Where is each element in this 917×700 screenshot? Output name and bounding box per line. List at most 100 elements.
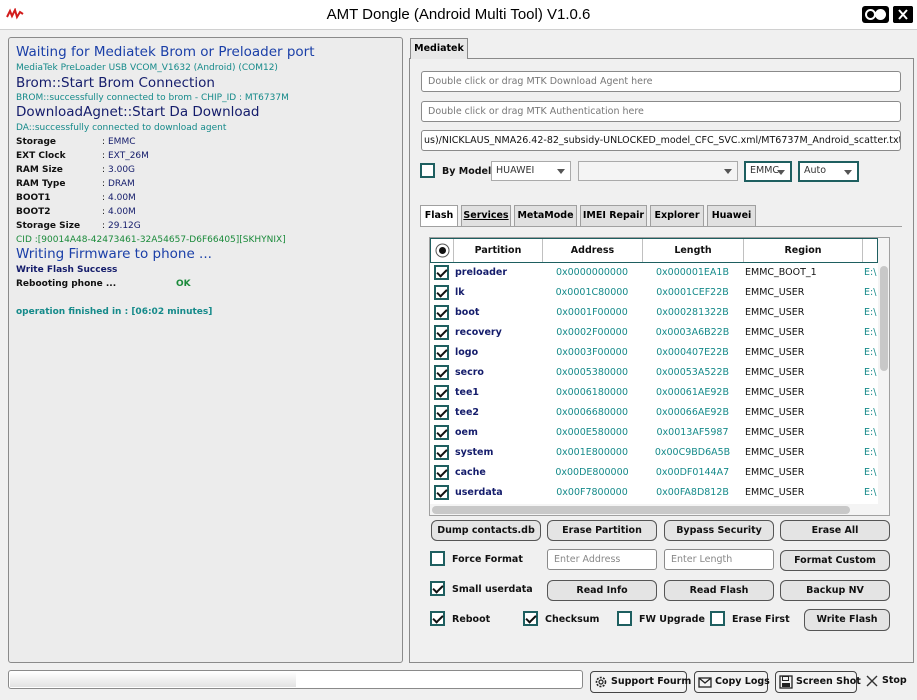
cell-length: 0x0001CEF22B	[656, 287, 729, 298]
cell-length: 0x0003A6B22B	[655, 327, 730, 338]
cell-address: 0x0001C80000	[555, 287, 629, 298]
vertical-scroll-thumb[interactable]	[880, 266, 888, 371]
cell-region: EMMC_USER	[745, 367, 805, 378]
write-flash-button[interactable]: Write Flash	[804, 609, 890, 631]
close-icon	[866, 675, 878, 687]
tab-services[interactable]: Services	[461, 205, 511, 226]
info-sep: :	[102, 207, 106, 217]
format-custom-button[interactable]: Format Custom	[780, 550, 890, 571]
table-row[interactable]: system 0x001E800000 0x00C9BD6A5B EMMC_US…	[430, 443, 878, 463]
stop-button[interactable]: Stop	[862, 671, 912, 693]
screen-shot-button[interactable]: Screen Shot	[775, 671, 861, 693]
fw-upgrade-checkbox[interactable]	[617, 611, 632, 626]
enter-length-input[interactable]: Enter Length	[664, 549, 774, 570]
cell-address: 0x00F7800000	[556, 487, 628, 498]
dump-contacts-button[interactable]: Dump contacts.db	[431, 520, 541, 541]
erase-partition-button[interactable]: Erase Partition	[547, 520, 657, 541]
tab-imei-repair[interactable]: IMEI Repair	[580, 205, 647, 226]
row-checkbox[interactable]	[434, 325, 449, 340]
table-row[interactable]: oem 0x000E580000 0x0013AF5987 EMMC_USER …	[430, 423, 878, 443]
info-sep: :	[102, 151, 106, 161]
info-sep: :	[102, 137, 106, 147]
log-line: DownloadAgnet::Start Da Download	[16, 104, 260, 120]
auth-field[interactable]: Double click or drag MTK Authentication …	[421, 101, 901, 122]
storage-value: EMMC	[750, 165, 780, 176]
cell-length: 0x00DF0144A7	[655, 467, 730, 478]
header-partition[interactable]: Partition	[453, 239, 543, 262]
window-title: AMT Dongle (Android Multi Tool) V1.0.6	[326, 6, 591, 23]
read-info-button[interactable]: Read Info	[547, 580, 657, 601]
cell-address: 0x0001F00000	[556, 307, 628, 318]
info-key: RAM Size	[16, 165, 63, 175]
tab-mediatek[interactable]: Mediatek	[410, 38, 468, 59]
close-icon[interactable]	[893, 6, 913, 23]
by-model-checkbox[interactable]	[420, 163, 435, 178]
tab-explorer[interactable]: Explorer	[650, 205, 704, 226]
tab-huawei[interactable]: Huawei	[707, 205, 756, 226]
reboot-checkbox[interactable]	[430, 611, 445, 626]
row-checkbox[interactable]	[434, 465, 449, 480]
row-checkbox[interactable]	[434, 405, 449, 420]
tab-flash[interactable]: Flash	[420, 205, 458, 227]
support-forum-button[interactable]: Support Fourm	[590, 671, 691, 693]
envelope-icon	[698, 677, 712, 688]
cell-partition: boot	[455, 307, 480, 318]
mode-select[interactable]: Auto	[798, 161, 859, 182]
enter-address-input[interactable]: Enter Address	[547, 549, 657, 570]
brand-select[interactable]: HUAWEI	[491, 161, 571, 181]
cell-region: EMMC_USER	[745, 347, 805, 358]
row-checkbox[interactable]	[434, 345, 449, 360]
table-row[interactable]: boot 0x0001F00000 0x000281322B EMMC_USER…	[430, 303, 878, 323]
copy-logs-button[interactable]: Copy Logs	[694, 671, 770, 693]
row-checkbox[interactable]	[434, 445, 449, 460]
row-checkbox[interactable]	[434, 265, 449, 280]
table-row[interactable]: secro 0x0005380000 0x00053A522B EMMC_USE…	[430, 363, 878, 383]
tab-metamode[interactable]: MetaMode	[514, 205, 577, 226]
row-checkbox[interactable]	[434, 365, 449, 380]
erase-all-button[interactable]: Erase All	[780, 520, 890, 541]
download-agent-field[interactable]: Double click or drag MTK Download Agent …	[421, 71, 901, 92]
table-row[interactable]: tee2 0x0006680000 0x00066AE92B EMMC_USER…	[430, 403, 878, 423]
cell-region: EMMC_USER	[745, 427, 805, 438]
horizontal-scroll-thumb[interactable]	[432, 506, 850, 514]
model-select[interactable]	[578, 161, 738, 181]
force-format-checkbox[interactable]	[430, 551, 445, 566]
row-checkbox[interactable]	[434, 425, 449, 440]
read-flash-button[interactable]: Read Flash	[664, 580, 774, 601]
table-row[interactable]: userdata 0x00F7800000 0x00FA8D812B EMMC_…	[430, 483, 878, 503]
row-checkbox[interactable]	[434, 305, 449, 320]
table-row[interactable]: cache 0x00DE800000 0x00DF0144A7 EMMC_USE…	[430, 463, 878, 483]
cell-length: 0x00FA8D812B	[656, 487, 729, 498]
table-row[interactable]: recovery 0x0002F00000 0x0003A6B22B EMMC_…	[430, 323, 878, 343]
table-row[interactable]: logo 0x0003F00000 0x000407E22B EMMC_USER…	[430, 343, 878, 363]
table-row[interactable]: lk 0x0001C80000 0x0001CEF22B EMMC_USER E…	[430, 283, 878, 303]
cell-file: E:\	[864, 467, 877, 478]
select-all-radio-icon[interactable]	[435, 243, 450, 258]
row-checkbox[interactable]	[434, 485, 449, 500]
row-checkbox[interactable]	[434, 285, 449, 300]
brand-value: HUAWEI	[496, 165, 535, 176]
cell-length: 0x00C9BD6A5B	[654, 447, 731, 458]
erase-first-checkbox[interactable]	[710, 611, 725, 626]
header-length[interactable]: Length	[643, 239, 744, 262]
chevron-down-icon	[557, 169, 565, 174]
log-line: Rebooting phone ...	[16, 279, 117, 289]
log-line: operation finished in : [06:02 minutes]	[16, 307, 213, 317]
row-checkbox[interactable]	[434, 385, 449, 400]
header-address[interactable]: Address	[543, 239, 643, 262]
chevron-down-icon	[724, 169, 732, 174]
header-region[interactable]: Region	[744, 239, 863, 262]
cell-file: E:\	[864, 307, 877, 318]
bypass-security-button[interactable]: Bypass Security	[664, 520, 774, 541]
cell-region: EMMC_USER	[745, 307, 805, 318]
backup-nv-button[interactable]: Backup NV	[780, 580, 890, 601]
table-row[interactable]: tee1 0x0006180000 0x00061AE92B EMMC_USER…	[430, 383, 878, 403]
scatter-file-field[interactable]: us)/NICKLAUS_NMA26.42-82_subsidy-UNLOCKE…	[421, 130, 901, 151]
small-userdata-checkbox[interactable]	[430, 581, 445, 596]
info-sep: :	[102, 179, 106, 189]
table-row[interactable]: preloader 0x0000000000 0x000001EA1B EMMC…	[430, 263, 878, 283]
storage-select[interactable]: EMMC	[744, 161, 792, 182]
checksum-checkbox[interactable]	[523, 611, 538, 626]
force-format-label: Force Format	[452, 554, 523, 565]
theme-toggle-icon[interactable]	[862, 6, 889, 23]
